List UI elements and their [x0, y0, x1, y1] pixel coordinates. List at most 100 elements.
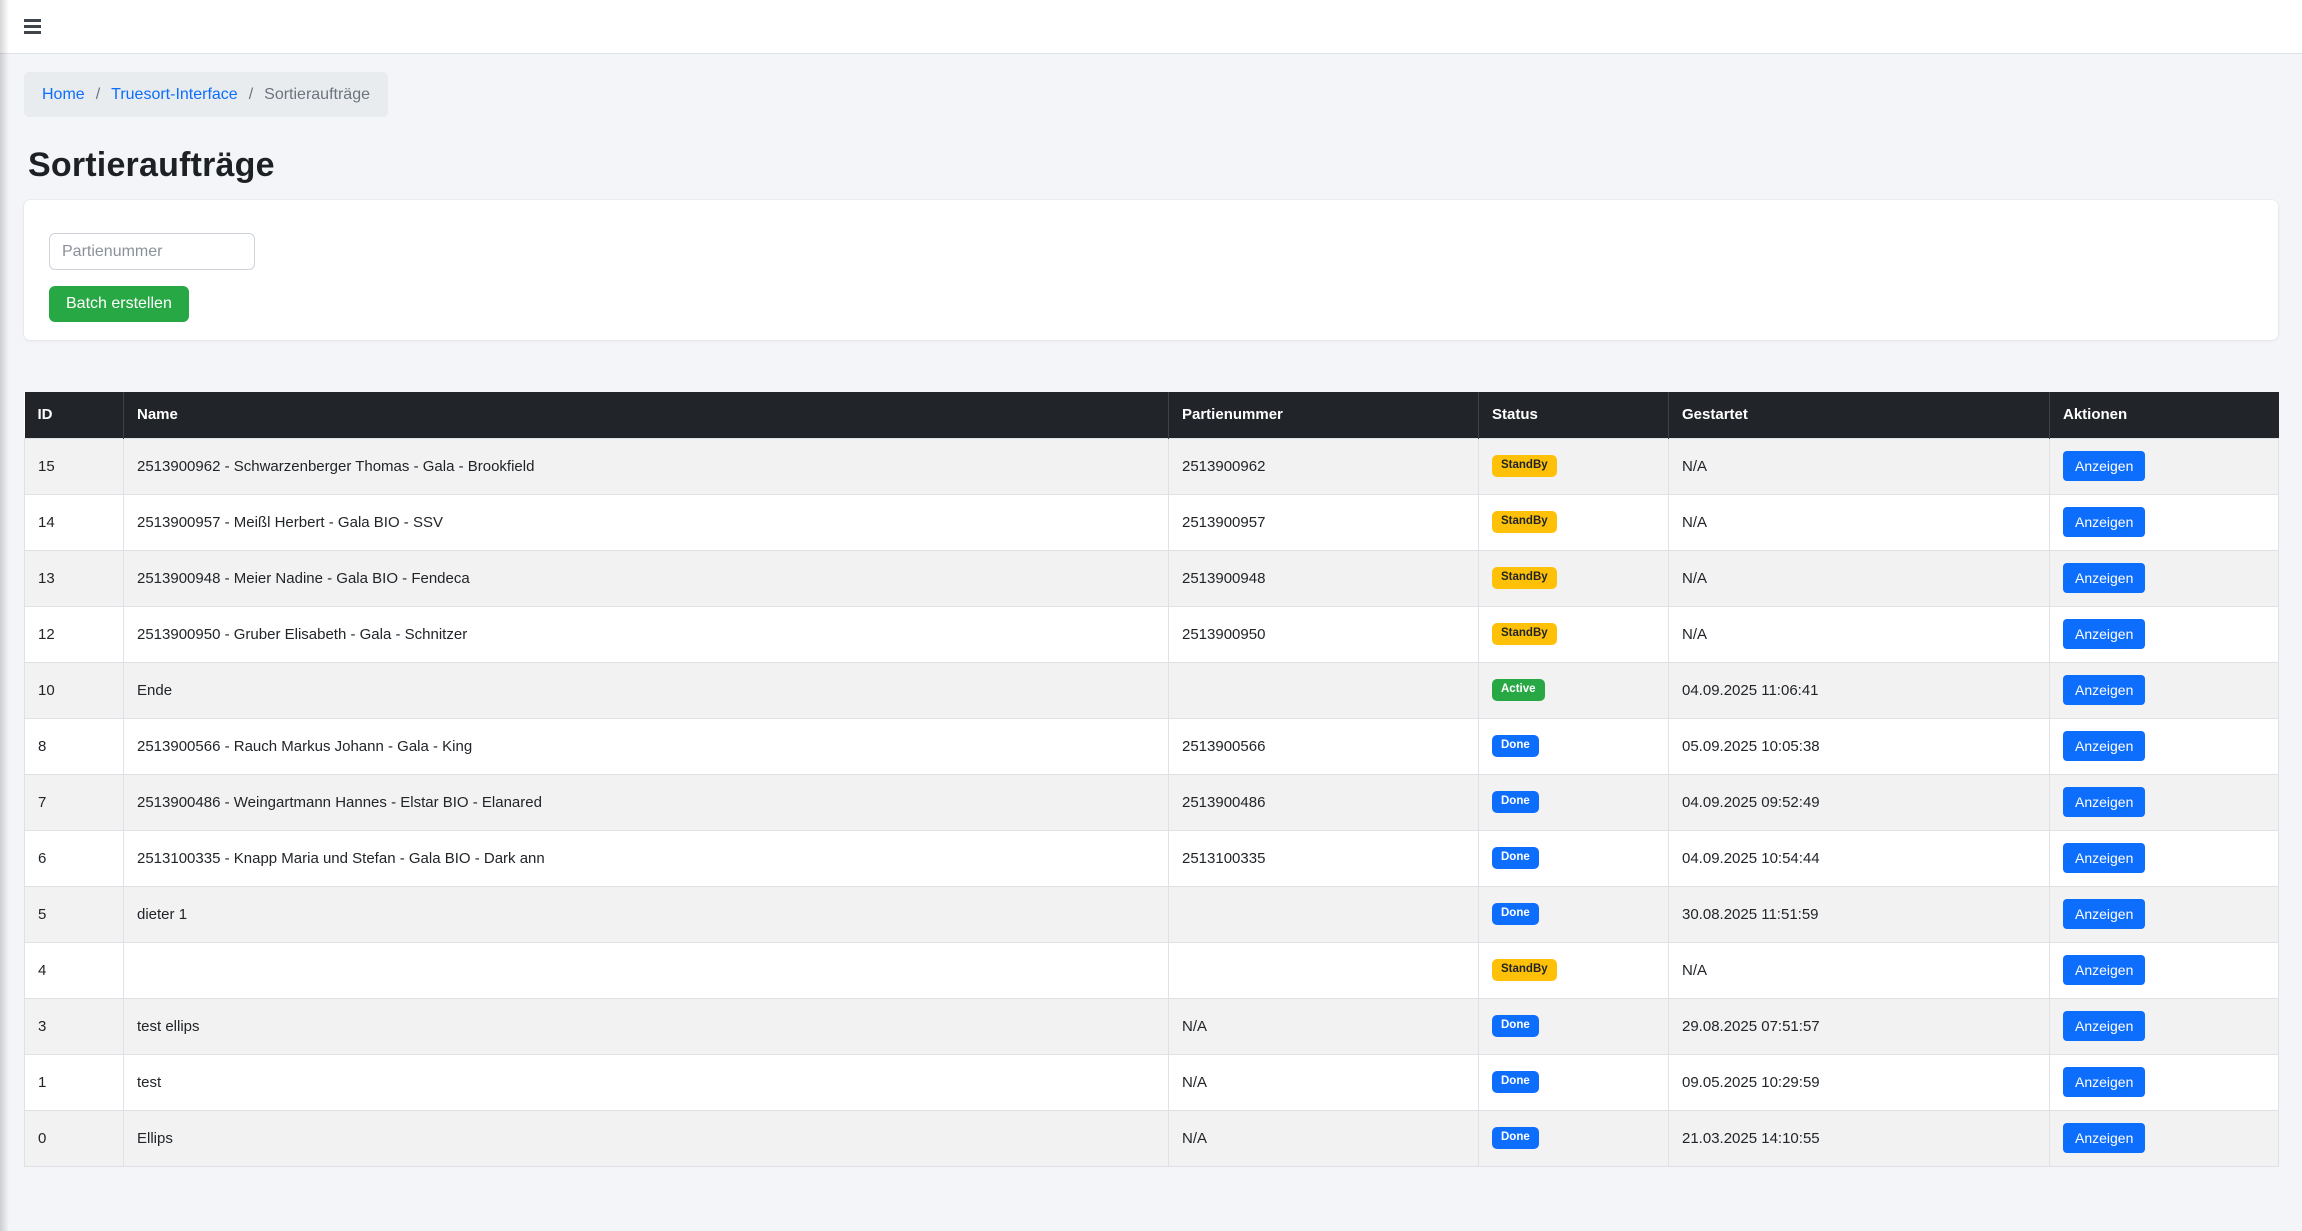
cell-aktionen: Anzeigen: [2050, 718, 2279, 774]
cell-gestartet: 21.03.2025 14:10:55: [1669, 1110, 2050, 1166]
status-badge: StandBy: [1492, 623, 1557, 645]
table-row: 142513900957 - Meißl Herbert - Gala BIO …: [25, 494, 2279, 550]
cell-gestartet: N/A: [1669, 438, 2050, 494]
anzeigen-button[interactable]: Anzeigen: [2063, 955, 2145, 985]
cell-status: Active: [1479, 662, 1669, 718]
cell-name: 2513900566 - Rauch Markus Johann - Gala …: [124, 718, 1169, 774]
cell-gestartet: N/A: [1669, 494, 2050, 550]
table-row: 82513900566 - Rauch Markus Johann - Gala…: [25, 718, 2279, 774]
cell-gestartet: 29.08.2025 07:51:57: [1669, 998, 2050, 1054]
anzeigen-button[interactable]: Anzeigen: [2063, 563, 2145, 593]
anzeigen-button[interactable]: Anzeigen: [2063, 731, 2145, 761]
cell-id: 13: [25, 550, 124, 606]
batch-erstellen-button[interactable]: Batch erstellen: [49, 286, 189, 322]
breadcrumb: Home / Truesort-Interface / Sortierauftr…: [24, 72, 388, 117]
cell-gestartet: 04.09.2025 09:52:49: [1669, 774, 2050, 830]
cell-partienummer: N/A: [1169, 1110, 1479, 1166]
cell-name: test: [124, 1054, 1169, 1110]
cell-name: 2513900486 - Weingartmann Hannes - Elsta…: [124, 774, 1169, 830]
anzeigen-button[interactable]: Anzeigen: [2063, 507, 2145, 537]
breadcrumb-link-truesort-interface[interactable]: Truesort-Interface: [111, 85, 238, 104]
cell-gestartet: N/A: [1669, 606, 2050, 662]
anzeigen-button[interactable]: Anzeigen: [2063, 1123, 2145, 1153]
cell-status: Done: [1479, 830, 1669, 886]
status-badge: Active: [1492, 679, 1545, 701]
table-row: 132513900948 - Meier Nadine - Gala BIO -…: [25, 550, 2279, 606]
cell-gestartet: 05.09.2025 10:05:38: [1669, 718, 2050, 774]
anzeigen-button[interactable]: Anzeigen: [2063, 451, 2145, 481]
cell-status: StandBy: [1479, 606, 1669, 662]
cell-name: test ellips: [124, 998, 1169, 1054]
col-header-partienummer: Partienummer: [1169, 392, 1479, 438]
table-row: 62513100335 - Knapp Maria und Stefan - G…: [25, 830, 2279, 886]
cell-aktionen: Anzeigen: [2050, 942, 2279, 998]
anzeigen-button[interactable]: Anzeigen: [2063, 619, 2145, 649]
cell-aktionen: Anzeigen: [2050, 774, 2279, 830]
cell-aktionen: Anzeigen: [2050, 1054, 2279, 1110]
cell-status: Done: [1479, 998, 1669, 1054]
cell-status: Done: [1479, 718, 1669, 774]
cell-gestartet: 09.05.2025 10:29:59: [1669, 1054, 2050, 1110]
partienummer-input[interactable]: [49, 233, 255, 270]
col-header-name: Name: [124, 392, 1169, 438]
cell-aktionen: Anzeigen: [2050, 550, 2279, 606]
cell-status: StandBy: [1479, 942, 1669, 998]
table-row: 3test ellipsN/ADone29.08.2025 07:51:57An…: [25, 998, 2279, 1054]
cell-status: Done: [1479, 886, 1669, 942]
cell-status: Done: [1479, 1054, 1669, 1110]
cell-name: Ende: [124, 662, 1169, 718]
cell-partienummer: 2513900962: [1169, 438, 1479, 494]
anzeigen-button[interactable]: Anzeigen: [2063, 1067, 2145, 1097]
cell-partienummer: 2513900566: [1169, 718, 1479, 774]
batch-create-card: Batch erstellen: [24, 200, 2278, 340]
cell-aktionen: Anzeigen: [2050, 606, 2279, 662]
cell-gestartet: N/A: [1669, 942, 2050, 998]
cell-partienummer: 2513100335: [1169, 830, 1479, 886]
cell-status: StandBy: [1479, 550, 1669, 606]
cell-partienummer: [1169, 662, 1479, 718]
cell-status: StandBy: [1479, 494, 1669, 550]
cell-name: 2513100335 - Knapp Maria und Stefan - Ga…: [124, 830, 1169, 886]
cell-id: 8: [25, 718, 124, 774]
status-badge: Done: [1492, 1127, 1539, 1149]
cell-aktionen: Anzeigen: [2050, 662, 2279, 718]
cell-aktionen: Anzeigen: [2050, 998, 2279, 1054]
col-header-gestartet: Gestartet: [1669, 392, 2050, 438]
anzeigen-button[interactable]: Anzeigen: [2063, 843, 2145, 873]
cell-name: Ellips: [124, 1110, 1169, 1166]
anzeigen-button[interactable]: Anzeigen: [2063, 787, 2145, 817]
cell-partienummer: 2513900950: [1169, 606, 1479, 662]
table-row: 72513900486 - Weingartmann Hannes - Elst…: [25, 774, 2279, 830]
anzeigen-button[interactable]: Anzeigen: [2063, 899, 2145, 929]
table-row: 0EllipsN/ADone21.03.2025 14:10:55Anzeige…: [25, 1110, 2279, 1166]
content-area: Home / Truesort-Interface / Sortierauftr…: [0, 54, 2302, 1167]
cell-partienummer: 2513900957: [1169, 494, 1479, 550]
cell-aktionen: Anzeigen: [2050, 494, 2279, 550]
cell-id: 10: [25, 662, 124, 718]
anzeigen-button[interactable]: Anzeigen: [2063, 675, 2145, 705]
cell-name: 2513900962 - Schwarzenberger Thomas - Ga…: [124, 438, 1169, 494]
table-row: 122513900950 - Gruber Elisabeth - Gala -…: [25, 606, 2279, 662]
cell-status: Done: [1479, 774, 1669, 830]
table-row: 5dieter 1Done30.08.2025 11:51:59Anzeigen: [25, 886, 2279, 942]
anzeigen-button[interactable]: Anzeigen: [2063, 1011, 2145, 1041]
hamburger-icon[interactable]: [16, 13, 49, 40]
cell-name: 2513900957 - Meißl Herbert - Gala BIO - …: [124, 494, 1169, 550]
cell-aktionen: Anzeigen: [2050, 886, 2279, 942]
orders-table: ID Name Partienummer Status Gestartet Ak…: [24, 392, 2279, 1167]
cell-partienummer: [1169, 942, 1479, 998]
orders-table-wrap: ID Name Partienummer Status Gestartet Ak…: [24, 392, 2278, 1167]
status-badge: Done: [1492, 1015, 1539, 1037]
breadcrumb-link-home[interactable]: Home: [42, 85, 85, 104]
cell-id: 1: [25, 1054, 124, 1110]
table-row: 152513900962 - Schwarzenberger Thomas - …: [25, 438, 2279, 494]
status-badge: StandBy: [1492, 455, 1557, 477]
status-badge: Done: [1492, 1071, 1539, 1093]
cell-gestartet: 30.08.2025 11:51:59: [1669, 886, 2050, 942]
cell-partienummer: [1169, 886, 1479, 942]
cell-name: [124, 942, 1169, 998]
col-header-status: Status: [1479, 392, 1669, 438]
col-header-aktionen: Aktionen: [2050, 392, 2279, 438]
table-row: 1testN/ADone09.05.2025 10:29:59Anzeigen: [25, 1054, 2279, 1110]
cell-partienummer: N/A: [1169, 998, 1479, 1054]
